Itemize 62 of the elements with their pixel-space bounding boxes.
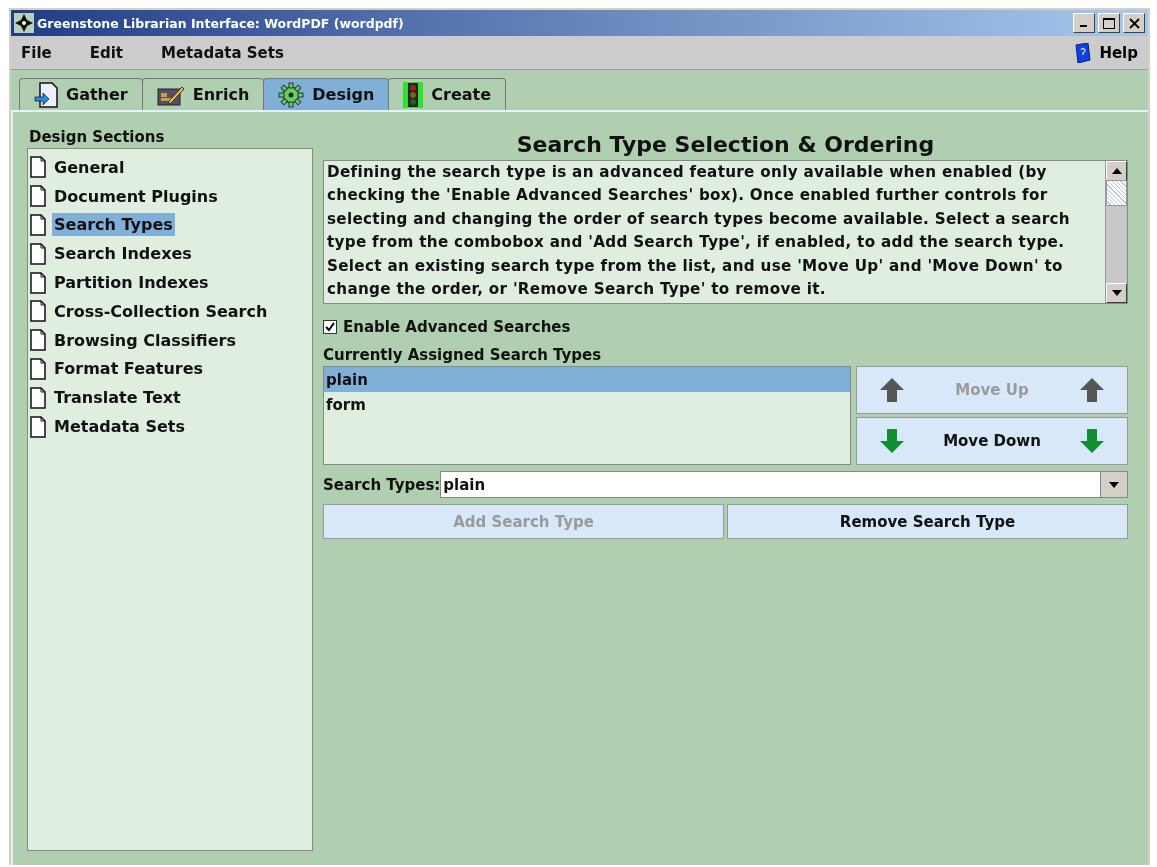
section-item[interactable]: Metadata Sets: [52, 415, 188, 439]
checkbox-label: Enable Advanced Searches: [343, 318, 571, 336]
down-arrow-icon: [879, 428, 905, 454]
maximize-icon: [1103, 17, 1115, 29]
up-arrow-icon: [1079, 377, 1105, 403]
traffic-light-icon: [403, 81, 424, 108]
list-label: Currently Assigned Search Types: [323, 346, 603, 366]
dropdown-button[interactable]: [1101, 471, 1128, 498]
section-heading: Design Sections: [28, 128, 166, 148]
minimize-button[interactable]: [1073, 13, 1095, 33]
close-icon: [1128, 17, 1140, 29]
section-item[interactable]: Partition Indexes: [52, 271, 211, 295]
up-arrow-icon: [1111, 168, 1122, 174]
search-type-field[interactable]: plain: [440, 471, 1101, 498]
document-icon: [30, 185, 46, 208]
section-item[interactable]: Document Plugins: [52, 184, 220, 208]
menu-item[interactable]: Edit: [89, 43, 123, 62]
section-item[interactable]: Search Indexes: [52, 242, 194, 266]
scroll-thumb[interactable]: [1106, 180, 1127, 206]
panel-title: Search Type Selection & Ordering: [515, 132, 936, 159]
document-icon: [30, 386, 46, 409]
tab[interactable]: Design: [263, 78, 390, 110]
document-icon: [30, 300, 46, 323]
section-item[interactable]: Translate Text: [52, 386, 183, 410]
gear-icon: [278, 81, 305, 108]
help-menu[interactable]: Help: [1073, 42, 1138, 63]
section-item[interactable]: Browsing Classifiers: [52, 328, 238, 352]
close-button[interactable]: [1123, 13, 1145, 33]
maximize-button[interactable]: [1098, 13, 1120, 33]
description-text: Defining the search type is an advanced feature only available when enabled (by checking the 'Enable Advanced Searches' box). Once enabled further controls for selecting and changing the order of search types become available. Select a search type from the combobox and 'Add Search Type', if enabled, to add the search type. Select an existing search type from the list, and use 'Move Up' and 'Move Down' to change the order, or 'Remove Search Type' to remove it.: [326, 162, 1071, 301]
list-item[interactable]: form: [324, 392, 850, 417]
up-arrow-icon: [879, 377, 905, 403]
tab[interactable]: Gather: [19, 78, 143, 110]
scrollbar[interactable]: [1105, 161, 1127, 303]
tab[interactable]: Create: [388, 78, 507, 110]
list-item[interactable]: plain: [324, 367, 850, 392]
help-book-icon: [1073, 42, 1092, 63]
section-item[interactable]: Format Features: [52, 357, 206, 381]
document-arrow-icon: [34, 81, 58, 108]
document-icon: [30, 242, 46, 265]
scroll-down-button[interactable]: [1106, 283, 1127, 303]
scroll-up-button[interactable]: [1106, 161, 1127, 181]
checkbox[interactable]: [323, 320, 337, 334]
document-icon: [30, 271, 46, 294]
section-item[interactable]: Search Types: [52, 213, 175, 237]
menu-item[interactable]: Metadata Sets: [161, 43, 284, 62]
remove-search-type-button[interactable]: Remove Search Type: [727, 504, 1128, 539]
window-title: Greenstone Librarian Interface: WordPDF (wordpdf): [37, 15, 405, 31]
document-icon: [30, 156, 46, 179]
down-arrow-icon: [1111, 290, 1122, 296]
combo-label: Search Types:: [323, 475, 441, 494]
section-item[interactable]: Cross-Collection Search: [52, 299, 270, 323]
app-icon: [14, 13, 34, 33]
menu-item[interactable]: File: [21, 43, 52, 62]
section-item[interactable]: General: [52, 155, 127, 179]
document-icon: [30, 415, 46, 438]
document-icon: [30, 329, 46, 352]
down-arrow-icon: [1079, 428, 1105, 454]
document-icon: [30, 214, 46, 236]
move-down-button[interactable]: Move Down: [856, 417, 1128, 465]
document-icon: [30, 357, 46, 380]
down-arrow-icon: [1109, 481, 1119, 488]
